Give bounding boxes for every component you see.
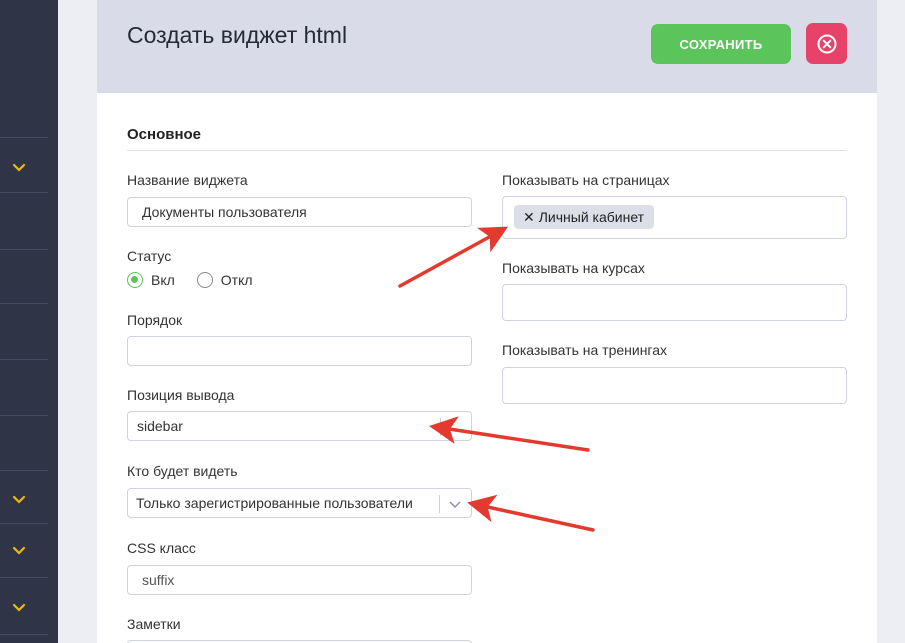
show-pages-label: Показывать на страницах xyxy=(502,172,670,188)
close-button[interactable] xyxy=(806,23,847,64)
sidebar-divider xyxy=(0,137,48,138)
css-class-label: CSS класс xyxy=(127,540,196,556)
visibility-value: Только зарегистрированные пользователи xyxy=(136,495,413,511)
panel-header: Создать виджет html СОХРАНИТЬ xyxy=(97,0,877,93)
position-label: Позиция вывода xyxy=(127,387,235,403)
status-off-radio[interactable] xyxy=(196,272,213,288)
sidebar-divider xyxy=(0,359,48,360)
status-off-label[interactable]: Откл xyxy=(221,272,253,288)
x-icon[interactable]: ✕ xyxy=(523,209,535,226)
section-divider xyxy=(127,150,847,151)
visibility-select[interactable]: Только зарегистрированные пользователи xyxy=(127,488,472,518)
widget-name-value: Документы пользователя xyxy=(142,204,307,220)
position-select[interactable]: sidebar xyxy=(127,411,472,441)
chevron-down-icon[interactable] xyxy=(12,163,26,173)
sidebar-divider xyxy=(0,634,48,635)
widget-name-input[interactable]: Документы пользователя xyxy=(127,197,472,227)
sidebar xyxy=(0,0,58,643)
page-tag-label: Личный кабинет xyxy=(538,209,645,225)
show-trainings-multiselect[interactable] xyxy=(502,367,847,404)
chevron-down-icon[interactable] xyxy=(448,500,462,509)
chevron-down-icon[interactable] xyxy=(12,546,26,556)
chevron-down-icon[interactable] xyxy=(12,603,26,613)
visibility-label: Кто будет видеть xyxy=(127,463,238,479)
show-courses-label: Показывать на курсах xyxy=(502,260,645,276)
sidebar-divider xyxy=(0,523,48,524)
page-title: Создать виджет html xyxy=(127,22,348,48)
status-on-radio[interactable] xyxy=(127,272,143,288)
sidebar-divider xyxy=(0,249,48,250)
status-radio-group: Вкл Откл xyxy=(127,272,253,288)
save-button[interactable]: СОХРАНИТЬ xyxy=(651,24,791,64)
sidebar-divider xyxy=(0,415,48,416)
widget-name-label: Название виджета xyxy=(127,172,248,188)
css-class-input[interactable]: suffix xyxy=(127,565,472,595)
chevron-down-icon[interactable] xyxy=(12,495,26,505)
status-on-label[interactable]: Вкл xyxy=(151,272,175,288)
sidebar-divider xyxy=(0,470,48,471)
sidebar-divider xyxy=(0,577,48,578)
select-separator xyxy=(440,418,441,436)
sidebar-divider xyxy=(0,192,48,193)
sidebar-divider xyxy=(0,303,48,304)
order-input[interactable] xyxy=(127,336,472,366)
css-class-value: suffix xyxy=(142,572,175,588)
order-label: Порядок xyxy=(127,312,183,328)
section-title: Основное xyxy=(127,126,202,143)
page-tag: ✕ Личный кабинет xyxy=(514,205,655,229)
status-label: Статус xyxy=(127,248,172,264)
position-value: sidebar xyxy=(137,418,183,434)
notes-label: Заметки xyxy=(127,616,181,632)
show-pages-multiselect[interactable]: ✕ Личный кабинет xyxy=(502,196,847,239)
show-trainings-label: Показывать на тренингах xyxy=(502,342,668,358)
show-courses-multiselect[interactable] xyxy=(502,284,847,321)
close-circle-icon xyxy=(817,34,836,53)
widget-form-panel: Создать виджет html СОХРАНИТЬ Основное Н… xyxy=(97,0,877,643)
select-separator xyxy=(439,495,440,513)
